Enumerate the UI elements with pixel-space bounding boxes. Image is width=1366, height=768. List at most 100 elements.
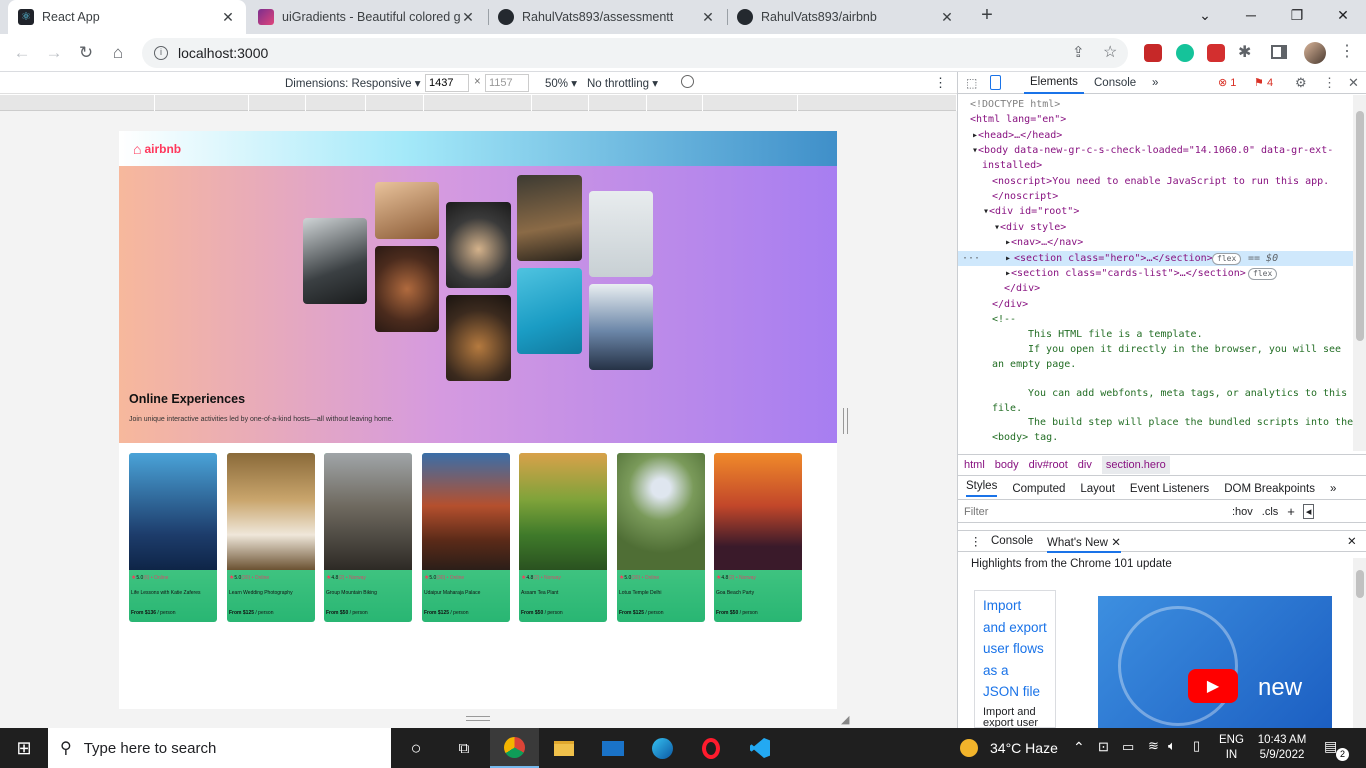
ruler-segment[interactable] (0, 95, 155, 111)
close-drawer-icon[interactable]: ✕ (1347, 534, 1357, 548)
language-indicator[interactable]: ENG IN (1219, 733, 1244, 763)
windows-start-icon[interactable]: ⊞ (12, 736, 36, 760)
dom-node[interactable]: <noscript>You need to enable JavaScript … (992, 174, 1329, 189)
close-icon[interactable]: ✕ (939, 9, 955, 26)
warning-count[interactable]: ⚑ 4 (1254, 76, 1273, 89)
error-count[interactable]: ⊗ 1 (1218, 76, 1236, 89)
inspect-element-icon[interactable]: ⬚ (966, 76, 977, 90)
mail-icon[interactable] (601, 736, 625, 760)
drawer-tab-console[interactable]: Console (991, 535, 1033, 547)
settings-gear-icon[interactable]: ⚙ (1295, 75, 1307, 91)
zoom-select[interactable]: 50% ▾ (545, 76, 577, 90)
flex-badge[interactable]: flex (1248, 268, 1278, 280)
dom-node[interactable]: </noscript> (992, 189, 1058, 204)
weather-icon[interactable] (960, 739, 978, 757)
whats-new-video[interactable]: ▶ new (1098, 596, 1332, 728)
extension-icon[interactable] (1144, 44, 1162, 62)
ellipsis-icon[interactable]: ··· (962, 251, 980, 266)
tab-styles[interactable]: Styles (966, 480, 998, 497)
devtools-menu-icon[interactable]: ⋮ (1323, 75, 1336, 91)
tab-computed[interactable]: Computed (1012, 483, 1065, 495)
expand-arrow-icon[interactable]: ▸ (1005, 251, 1011, 266)
scrollbar-thumb[interactable] (1356, 570, 1364, 598)
dom-node[interactable]: ▸<nav>…</nav> (1005, 235, 1083, 250)
tab-github-assessment[interactable]: RahulVats893/assessmentt ✕ (488, 0, 726, 34)
extension-icon[interactable] (1207, 44, 1225, 62)
close-devtools-icon[interactable]: ✕ (1348, 75, 1359, 91)
ruler-segment[interactable] (155, 95, 249, 111)
media-query-ruler[interactable] (0, 95, 957, 111)
close-icon[interactable]: ✕ (220, 9, 236, 26)
experience-card[interactable]: ★5.0(30) • Online Udaipur Maharaja Palac… (422, 453, 510, 622)
restore-button[interactable]: ❐ (1274, 0, 1320, 30)
dom-scrollbar[interactable] (1353, 95, 1366, 451)
youtube-play-icon[interactable]: ▶ (1188, 669, 1238, 703)
close-icon[interactable]: ✕ (700, 9, 716, 26)
breadcrumb-item[interactable]: body (995, 459, 1019, 471)
bookmark-star-icon[interactable]: ☆ (1103, 42, 1117, 62)
breadcrumb-item-active[interactable]: section.hero (1101, 456, 1170, 474)
dom-node[interactable]: <html lang="en"> (970, 112, 1066, 127)
reload-button[interactable]: ↻ (72, 39, 100, 67)
grammarly-icon[interactable] (1176, 44, 1194, 62)
dom-node[interactable]: ▾<div id="root"> (983, 204, 1079, 219)
dom-node[interactable]: </div> (992, 297, 1028, 312)
opera-icon[interactable] (699, 736, 723, 760)
tab-layout[interactable]: Layout (1080, 483, 1115, 495)
minimize-button[interactable]: ─ (1228, 0, 1274, 30)
whats-new-link[interactable]: Import and export user flows as a JSON f… (983, 595, 1047, 703)
tab-dom-breakpoints[interactable]: DOM Breakpoints (1224, 483, 1315, 495)
ruler-segment[interactable] (532, 95, 589, 111)
ruler-segment[interactable] (424, 95, 532, 111)
ruler-segment[interactable] (589, 95, 647, 111)
tab-event-listeners[interactable]: Event Listeners (1130, 483, 1209, 495)
ruler-segment[interactable] (306, 95, 366, 111)
experience-card[interactable]: ★5.0(6) • Online Life Lessons with Katie… (129, 453, 217, 622)
new-tab-button[interactable]: + (976, 4, 998, 28)
device-toggle-icon[interactable] (990, 75, 1001, 90)
clock[interactable]: 10:43 AM 5/9/2022 (1255, 733, 1309, 763)
dom-comment[interactable]: <!-- (992, 312, 1016, 327)
edge-icon[interactable] (650, 736, 674, 760)
add-rule-icon[interactable]: + (1287, 504, 1295, 519)
close-window-button[interactable]: ✕ (1320, 0, 1366, 30)
show-hidden-icons-icon[interactable]: ⌃ (1073, 739, 1085, 756)
cls-toggle[interactable]: .cls (1262, 506, 1279, 518)
resize-handle-right[interactable] (843, 408, 848, 434)
height-input[interactable] (485, 74, 529, 92)
weather-text[interactable]: 34°C Haze (990, 740, 1058, 756)
side-panel-icon[interactable] (1271, 45, 1287, 59)
dom-node[interactable]: ▾<div style> (994, 220, 1066, 235)
drawer-tab-whats-new[interactable]: What's New ✕ (1047, 535, 1121, 553)
menu-kebab-icon[interactable]: ⋮ (1339, 41, 1355, 61)
home-button[interactable]: ⌂ (104, 39, 132, 67)
dimensions-select[interactable]: Dimensions: Responsive ▾ (285, 76, 421, 90)
dom-node[interactable]: installed> (982, 158, 1042, 173)
site-info-icon[interactable]: i (154, 46, 168, 60)
resize-corner-icon[interactable]: ◢ (841, 713, 849, 726)
airbnb-logo[interactable]: ⌂ airbnb (133, 141, 181, 157)
tab-uigradients[interactable]: uiGradients - Beautiful colored gr ✕ (248, 0, 486, 34)
tab-elements[interactable]: Elements (1024, 72, 1084, 94)
wifi-icon[interactable]: ≋ (1148, 738, 1159, 754)
whats-new-item[interactable]: Import and export user flows as a JSON f… (974, 590, 1056, 728)
experience-card[interactable]: ★4.8(2) • Norway Assam Tea Plant From $5… (519, 453, 607, 622)
resize-handle-bottom[interactable] (466, 716, 490, 721)
drawer-menu-icon[interactable]: ⋮ (970, 534, 982, 548)
tab-react-app[interactable]: ⚛ React App ✕ (8, 0, 246, 34)
task-view-icon[interactable]: ⧉ (452, 736, 476, 760)
battery-icon[interactable]: ▭ (1122, 739, 1134, 755)
ruler-segment[interactable] (703, 95, 798, 111)
close-icon[interactable]: ✕ (1111, 537, 1121, 549)
throttling-select[interactable]: No throttling ▾ (587, 76, 658, 90)
breadcrumb-item[interactable]: html (964, 459, 985, 471)
hov-toggle[interactable]: :hov (1232, 506, 1253, 518)
avatar[interactable] (1304, 42, 1326, 64)
width-input[interactable] (425, 74, 469, 92)
volume-icon[interactable]: 🔈︎ (1168, 738, 1176, 754)
breadcrumb-item[interactable]: div#root (1029, 459, 1068, 471)
tab-github-airbnb[interactable]: RahulVats893/airbnb ✕ (727, 0, 965, 34)
experience-card[interactable]: ★4.8(2) • Norway Goa Beach Party From $5… (714, 453, 802, 622)
extensions-puzzle-icon[interactable]: ✱ (1238, 42, 1251, 62)
share-icon[interactable]: ⇪ (1072, 43, 1085, 61)
